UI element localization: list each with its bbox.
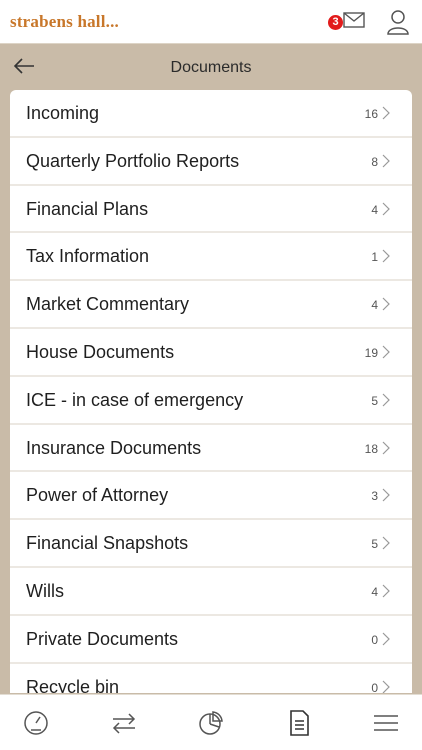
chevron-right-icon <box>382 584 390 598</box>
dashboard-icon[interactable] <box>22 709 50 737</box>
folder-label: Market Commentary <box>26 294 190 315</box>
folder-count: 16 <box>364 107 378 121</box>
folder-count: 0 <box>371 680 378 693</box>
pie-chart-icon[interactable] <box>197 709 225 737</box>
list-item[interactable]: Tax Information 1 <box>10 233 412 282</box>
chevron-right-icon <box>382 632 390 646</box>
page-title: Documents <box>170 59 252 76</box>
list-item[interactable]: ICE - in case of emergency 5 <box>10 376 412 425</box>
folder-count: 0 <box>371 632 378 647</box>
document-icon[interactable] <box>285 709 313 737</box>
unread-badge: 3 <box>328 15 343 30</box>
chevron-right-icon <box>382 536 390 550</box>
list-item[interactable]: Financial Plans 4 <box>10 185 412 234</box>
folder-label: Tax Information <box>26 246 150 267</box>
folder-label: Incoming <box>26 103 100 123</box>
chevron-right-icon <box>382 393 390 407</box>
list-item[interactable]: House Documents 19 <box>10 328 412 377</box>
list-item[interactable]: Insurance Documents 18 <box>10 424 412 473</box>
page-header: Documents <box>0 44 422 94</box>
folder-label: Quarterly Portfolio Reports <box>26 150 240 171</box>
mail-button[interactable]: 3 <box>328 10 366 34</box>
mail-icon <box>343 12 365 28</box>
list-item[interactable]: Wills 4 <box>10 567 412 616</box>
folder-count: 8 <box>371 154 378 169</box>
chevron-right-icon <box>382 154 390 168</box>
folder-count: 18 <box>364 441 378 456</box>
folder-count: 19 <box>364 345 378 360</box>
folder-label: House Documents <box>26 341 175 362</box>
chevron-right-icon <box>382 441 390 455</box>
chevron-right-icon <box>382 297 390 311</box>
menu-icon[interactable] <box>372 709 400 737</box>
document-folder-list: Incoming 16 Quarterly Portfolio Reports … <box>10 90 412 693</box>
folder-label: Financial Plans <box>26 198 149 219</box>
folder-label: Recycle bin <box>26 676 120 693</box>
folder-label: ICE - in case of emergency <box>26 389 244 410</box>
folder-count: 4 <box>371 298 378 313</box>
chevron-right-icon <box>382 345 390 359</box>
folder-label: Financial Snapshots <box>26 533 189 554</box>
chevron-right-icon <box>382 488 390 502</box>
folder-label: Power of Attorney <box>26 485 169 506</box>
chevron-right-icon <box>382 680 390 693</box>
list-item[interactable]: Private Documents 0 <box>10 615 412 664</box>
folder-label: Private Documents <box>26 628 179 649</box>
list-item[interactable]: Power of Attorney 3 <box>10 472 412 521</box>
brand-logo[interactable]: strabens hall... <box>10 12 119 32</box>
transfer-icon[interactable] <box>110 709 138 737</box>
folder-count: 1 <box>371 250 378 265</box>
bottom-tab-bar <box>0 694 422 750</box>
chevron-right-icon <box>382 202 390 216</box>
chevron-right-icon <box>382 249 390 263</box>
chevron-right-icon <box>382 106 390 120</box>
folder-label: Wills <box>26 580 64 601</box>
list-item[interactable]: Market Commentary 4 <box>10 281 412 329</box>
list-item[interactable]: Recycle bin 0 <box>10 663 412 693</box>
folder-label: Insurance Documents <box>26 437 202 458</box>
list-item[interactable]: Incoming 16 <box>10 90 412 138</box>
list-item[interactable]: Financial Snapshots 5 <box>10 520 412 568</box>
folder-count: 4 <box>371 202 378 217</box>
folder-count: 3 <box>371 489 378 504</box>
folder-count: 4 <box>371 584 378 599</box>
folder-count: 5 <box>371 537 378 552</box>
top-bar: strabens hall... 3 <box>0 0 422 44</box>
folder-count: 5 <box>371 393 378 408</box>
list-item[interactable]: Quarterly Portfolio Reports 8 <box>10 137 412 186</box>
user-icon[interactable] <box>386 9 410 35</box>
